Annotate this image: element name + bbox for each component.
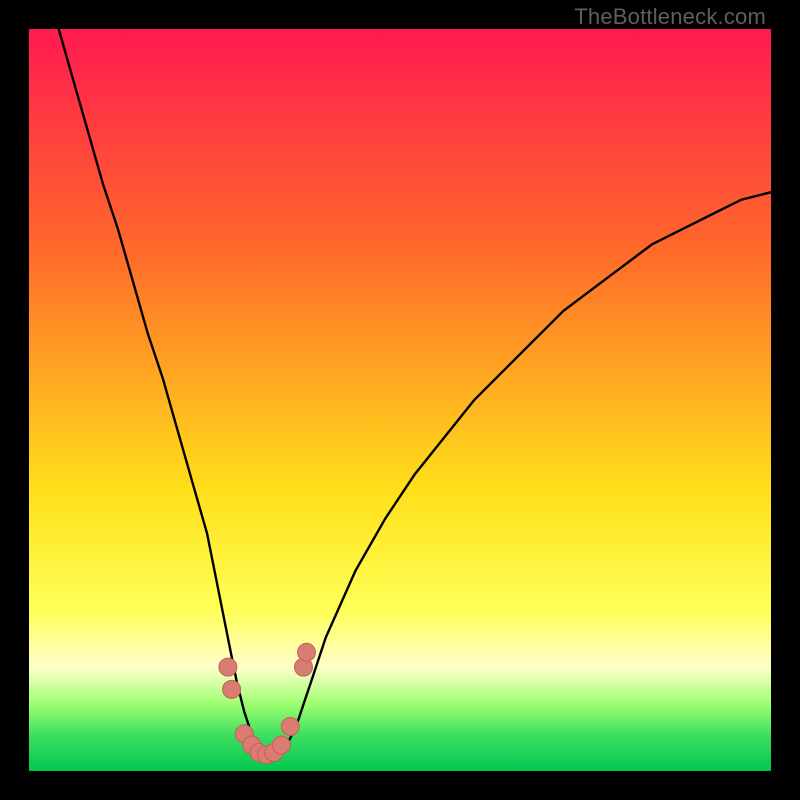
data-marker: [219, 658, 237, 676]
data-marker: [223, 680, 241, 698]
data-marker: [281, 718, 299, 736]
data-marker: [272, 736, 290, 754]
watermark-text: TheBottleneck.com: [574, 4, 766, 30]
bottleneck-curve: [29, 29, 771, 771]
data-marker: [298, 643, 316, 661]
chart-frame: [29, 29, 771, 771]
